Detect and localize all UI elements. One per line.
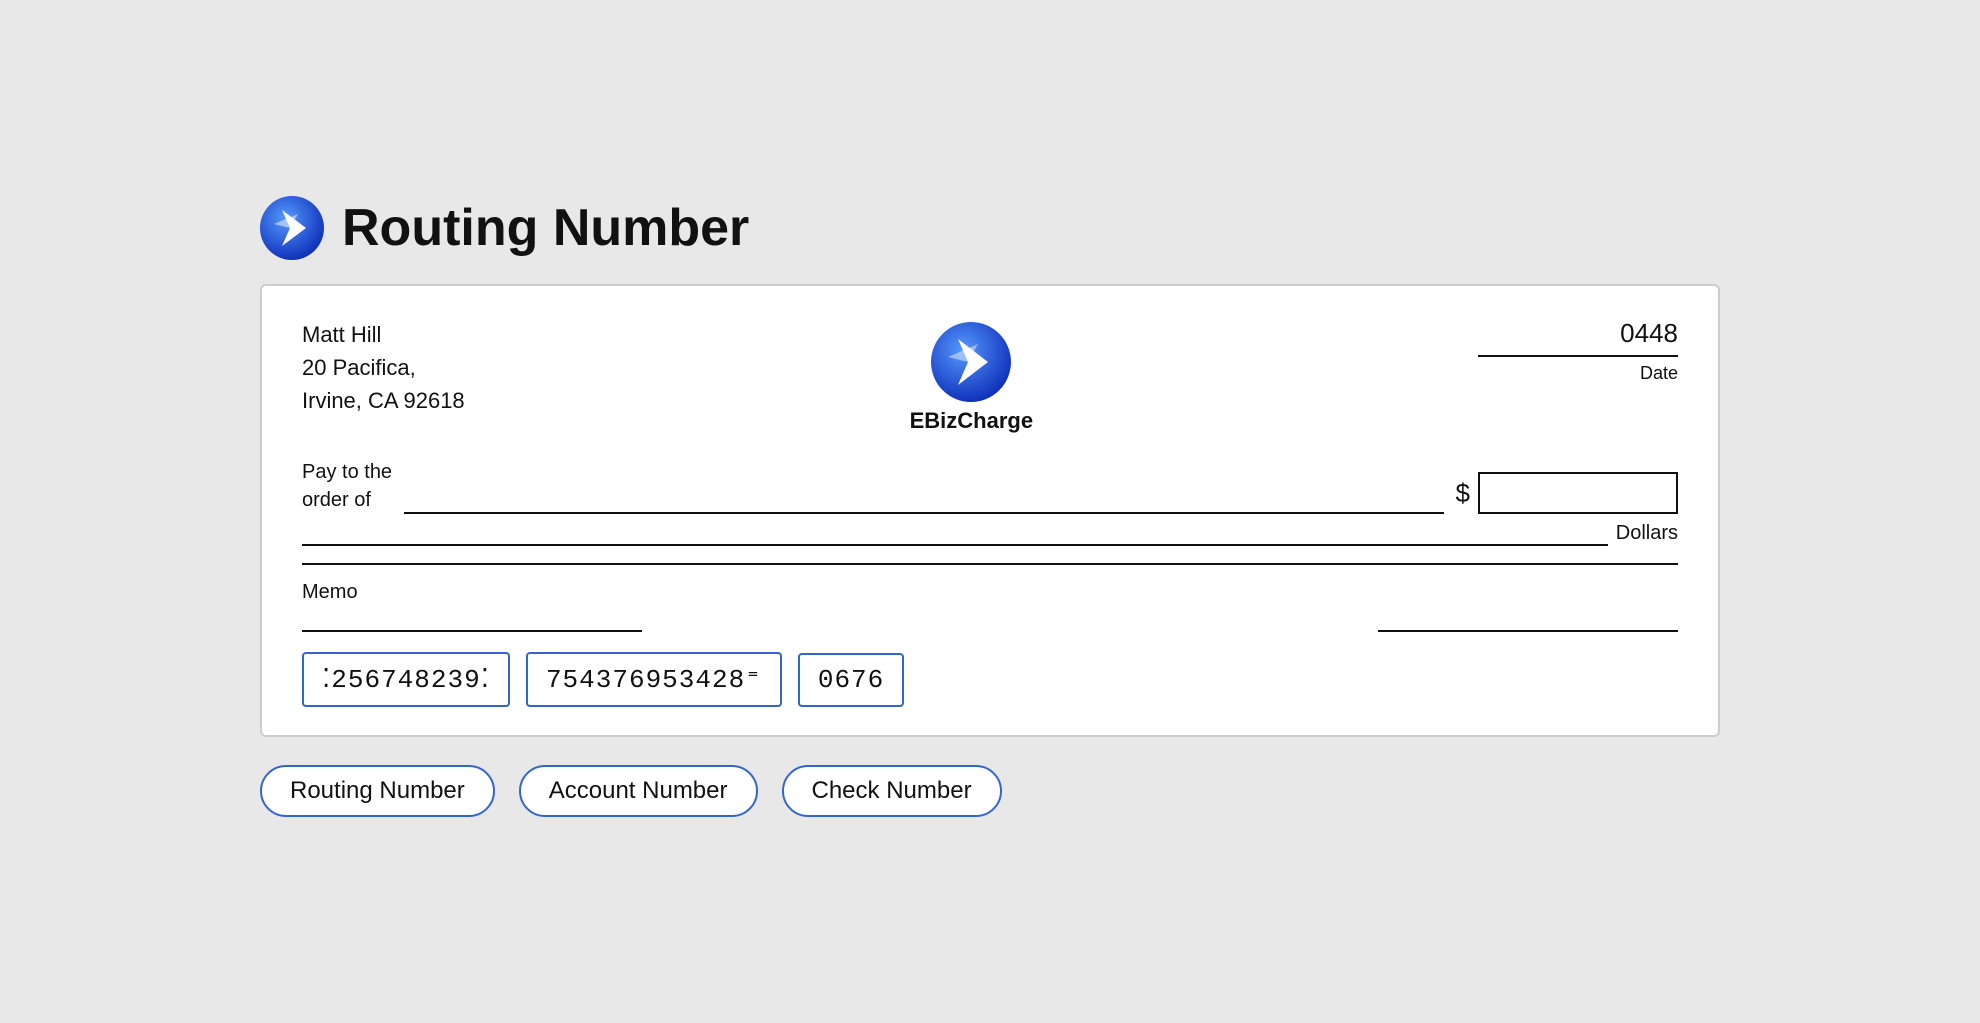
dollar-sign: $ [1456, 478, 1470, 509]
address-line1: 20 Pacifica, [302, 351, 465, 384]
amount-input-box[interactable] [1478, 472, 1678, 514]
micr-account-box: 754376953428⁼ [526, 652, 782, 707]
check-name-address: Matt Hill 20 Pacifica, Irvine, CA 92618 [302, 318, 465, 417]
check-top-right: 0448 Date [1478, 318, 1678, 384]
memo-left: Memo [302, 581, 642, 632]
labels-row: Routing Number Account Number Check Numb… [260, 765, 1720, 817]
pay-to-line [404, 486, 1443, 514]
page-wrapper: Routing Number Matt Hill 20 Pacifica, Ir… [220, 166, 1760, 857]
micr-row: ⁚256748239⁚ 754376953428⁼ 0676 [302, 652, 1678, 707]
routing-number-badge: Routing Number [260, 765, 495, 817]
micr-routing-box: ⁚256748239⁚ [302, 652, 510, 707]
memo-label: Memo [302, 581, 642, 604]
center-logo-icon [931, 322, 1011, 402]
dollar-amount: $ [1456, 472, 1678, 514]
owner-name: Matt Hill [302, 318, 465, 351]
check-number-badge: Check Number [782, 765, 1002, 817]
check-center-logo: EBizCharge [910, 322, 1033, 434]
page-title: Routing Number [342, 198, 749, 258]
pay-order-row: Pay to theorder of $ [302, 458, 1678, 514]
date-line [1478, 355, 1678, 357]
address-line2: Irvine, CA 92618 [302, 384, 465, 417]
signature-line [1378, 608, 1678, 632]
memo-line [302, 608, 642, 632]
check-container: Matt Hill 20 Pacifica, Irvine, CA 92618 [260, 284, 1720, 737]
header-logo-icon [260, 196, 324, 260]
brand-name: EBizCharge [910, 408, 1033, 434]
dollars-label: Dollars [1616, 522, 1678, 545]
micr-check-number-box: 0676 [798, 653, 904, 707]
check-divider [302, 563, 1678, 565]
dollars-line [302, 522, 1608, 546]
memo-row: Memo [302, 581, 1678, 632]
date-label: Date [1478, 363, 1678, 384]
check-number-display: 0448 [1620, 318, 1678, 349]
check-top: Matt Hill 20 Pacifica, Irvine, CA 92618 [302, 318, 1678, 434]
account-number-badge: Account Number [519, 765, 758, 817]
page-header: Routing Number [260, 196, 1720, 260]
dollars-row: Dollars [302, 522, 1678, 547]
pay-to-label: Pay to theorder of [302, 458, 392, 514]
